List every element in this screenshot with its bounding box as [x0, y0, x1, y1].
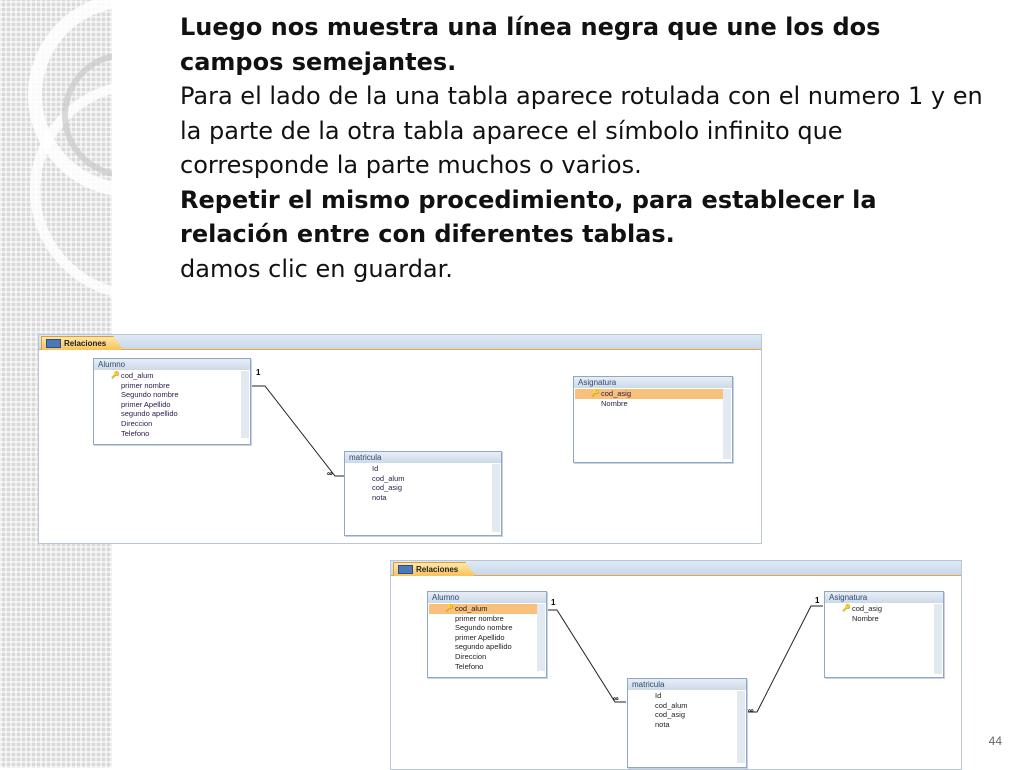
tab-bar: Relaciones [39, 335, 761, 350]
paragraph-3: Repetir el mismo procedimiento, para est… [180, 185, 877, 249]
field-row[interactable]: 🔑 cod_alum [95, 371, 241, 381]
field-row[interactable]: Telefono [95, 429, 241, 439]
table-title: Asignatura [825, 592, 943, 603]
relationships-window-2: Relaciones 1 ∞ 1 ∞ Alumno 🔑 cod_alum prim… [390, 560, 962, 770]
field-row[interactable]: cod_asig [346, 483, 492, 493]
table-title: Asignatura [574, 377, 732, 388]
field-list: Id cod_alum cod_asig nota [629, 691, 745, 763]
table-title: Alumno [94, 359, 250, 370]
relation-many-label: ∞ [327, 469, 333, 478]
table-title: Alumno [428, 592, 546, 603]
table-asignatura[interactable]: Asignatura 🔑 cod_asig Nombre [573, 376, 733, 463]
field-row[interactable]: nota [346, 493, 492, 503]
table-asignatura[interactable]: Asignatura 🔑 cod_asig Nombre [824, 591, 944, 678]
field-row[interactable]: Direccion [95, 419, 241, 429]
field-row[interactable]: cod_alum [346, 474, 492, 484]
field-row[interactable]: cod_asig [629, 710, 737, 720]
key-icon: 🔑 [842, 605, 851, 612]
field-list: 🔑 cod_alum primer nombre Segundo nombre p… [95, 371, 249, 439]
field-row[interactable]: Id [629, 691, 737, 701]
field-row[interactable]: Nombre [826, 614, 934, 624]
table-matricula[interactable]: matricula Id cod_alum cod_asig nota [627, 678, 747, 768]
relationships-window-1: Relaciones 1 ∞ Alumno 🔑 cod_alum primer n… [38, 334, 762, 544]
page-number: 44 [988, 734, 1002, 748]
field-list: 🔑 cod_asig Nombre [826, 604, 942, 674]
slide-text: Luego nos muestra una línea negra que un… [172, 10, 992, 286]
field-row[interactable]: Nombre [575, 399, 723, 409]
field-row[interactable]: 🔑 cod_asig [575, 389, 723, 399]
relationships-tab-icon [46, 339, 61, 349]
tab-label: Relaciones [416, 565, 459, 574]
key-icon: 🔑 [445, 605, 454, 612]
field-row[interactable]: primer Apellido [95, 400, 241, 410]
tab-relaciones[interactable]: Relaciones [41, 336, 124, 350]
tab-relaciones[interactable]: Relaciones [393, 562, 476, 576]
key-icon: 🔑 [111, 372, 120, 379]
paragraph-4: damos clic en guardar. [180, 254, 453, 283]
relationships-canvas: 1 ∞ 1 ∞ Alumno 🔑 cod_alum primer nombre S… [391, 576, 961, 769]
field-row[interactable]: primer Apellido [429, 633, 537, 643]
field-row[interactable]: primer nombre [429, 614, 537, 624]
relation-one-label: 1 [815, 596, 820, 605]
field-list: 🔑 cod_asig Nombre [575, 389, 731, 459]
field-row[interactable]: cod_alum [629, 701, 737, 711]
table-alumno[interactable]: Alumno 🔑 cod_alum primer nombre Segundo n… [427, 591, 547, 678]
key-icon: 🔑 [591, 390, 600, 397]
field-row[interactable]: Telefono [429, 662, 537, 672]
relationships-canvas: 1 ∞ Alumno 🔑 cod_alum primer nombre Segun… [39, 350, 761, 543]
field-row[interactable]: Segundo nombre [429, 623, 537, 633]
relationships-tab-icon [398, 565, 413, 575]
relation-many-label: ∞ [613, 694, 619, 703]
paragraph-2: Para el lado de la una tabla aparece rot… [180, 82, 983, 179]
field-row[interactable]: Direccion [429, 652, 537, 662]
table-alumno[interactable]: Alumno 🔑 cod_alum primer nombre Segundo n… [93, 358, 251, 445]
field-row[interactable]: 🔑 cod_asig [826, 604, 934, 614]
field-row[interactable]: segundo apellido [429, 642, 537, 652]
table-title: matricula [628, 679, 746, 690]
field-row[interactable]: Segundo nombre [95, 390, 241, 400]
relation-many-label: ∞ [748, 706, 754, 715]
field-list: Id cod_alum cod_asig nota [346, 464, 500, 532]
relation-one-label: 1 [256, 368, 261, 377]
relation-one-label: 1 [551, 598, 556, 607]
paragraph-1: Luego nos muestra una línea negra que un… [180, 13, 881, 76]
table-title: matricula [345, 452, 501, 463]
field-row[interactable]: 🔑 cod_alum [429, 604, 537, 614]
tab-bar: Relaciones [391, 561, 961, 576]
field-row[interactable]: Id [346, 464, 492, 474]
tab-label: Relaciones [64, 339, 107, 348]
field-row[interactable]: nota [629, 720, 737, 730]
table-matricula[interactable]: matricula Id cod_alum cod_asig nota [344, 451, 502, 536]
field-row[interactable]: primer nombre [95, 381, 241, 391]
field-row[interactable]: segundo apellido [95, 409, 241, 419]
field-list: 🔑 cod_alum primer nombre Segundo nombre p… [429, 604, 545, 672]
